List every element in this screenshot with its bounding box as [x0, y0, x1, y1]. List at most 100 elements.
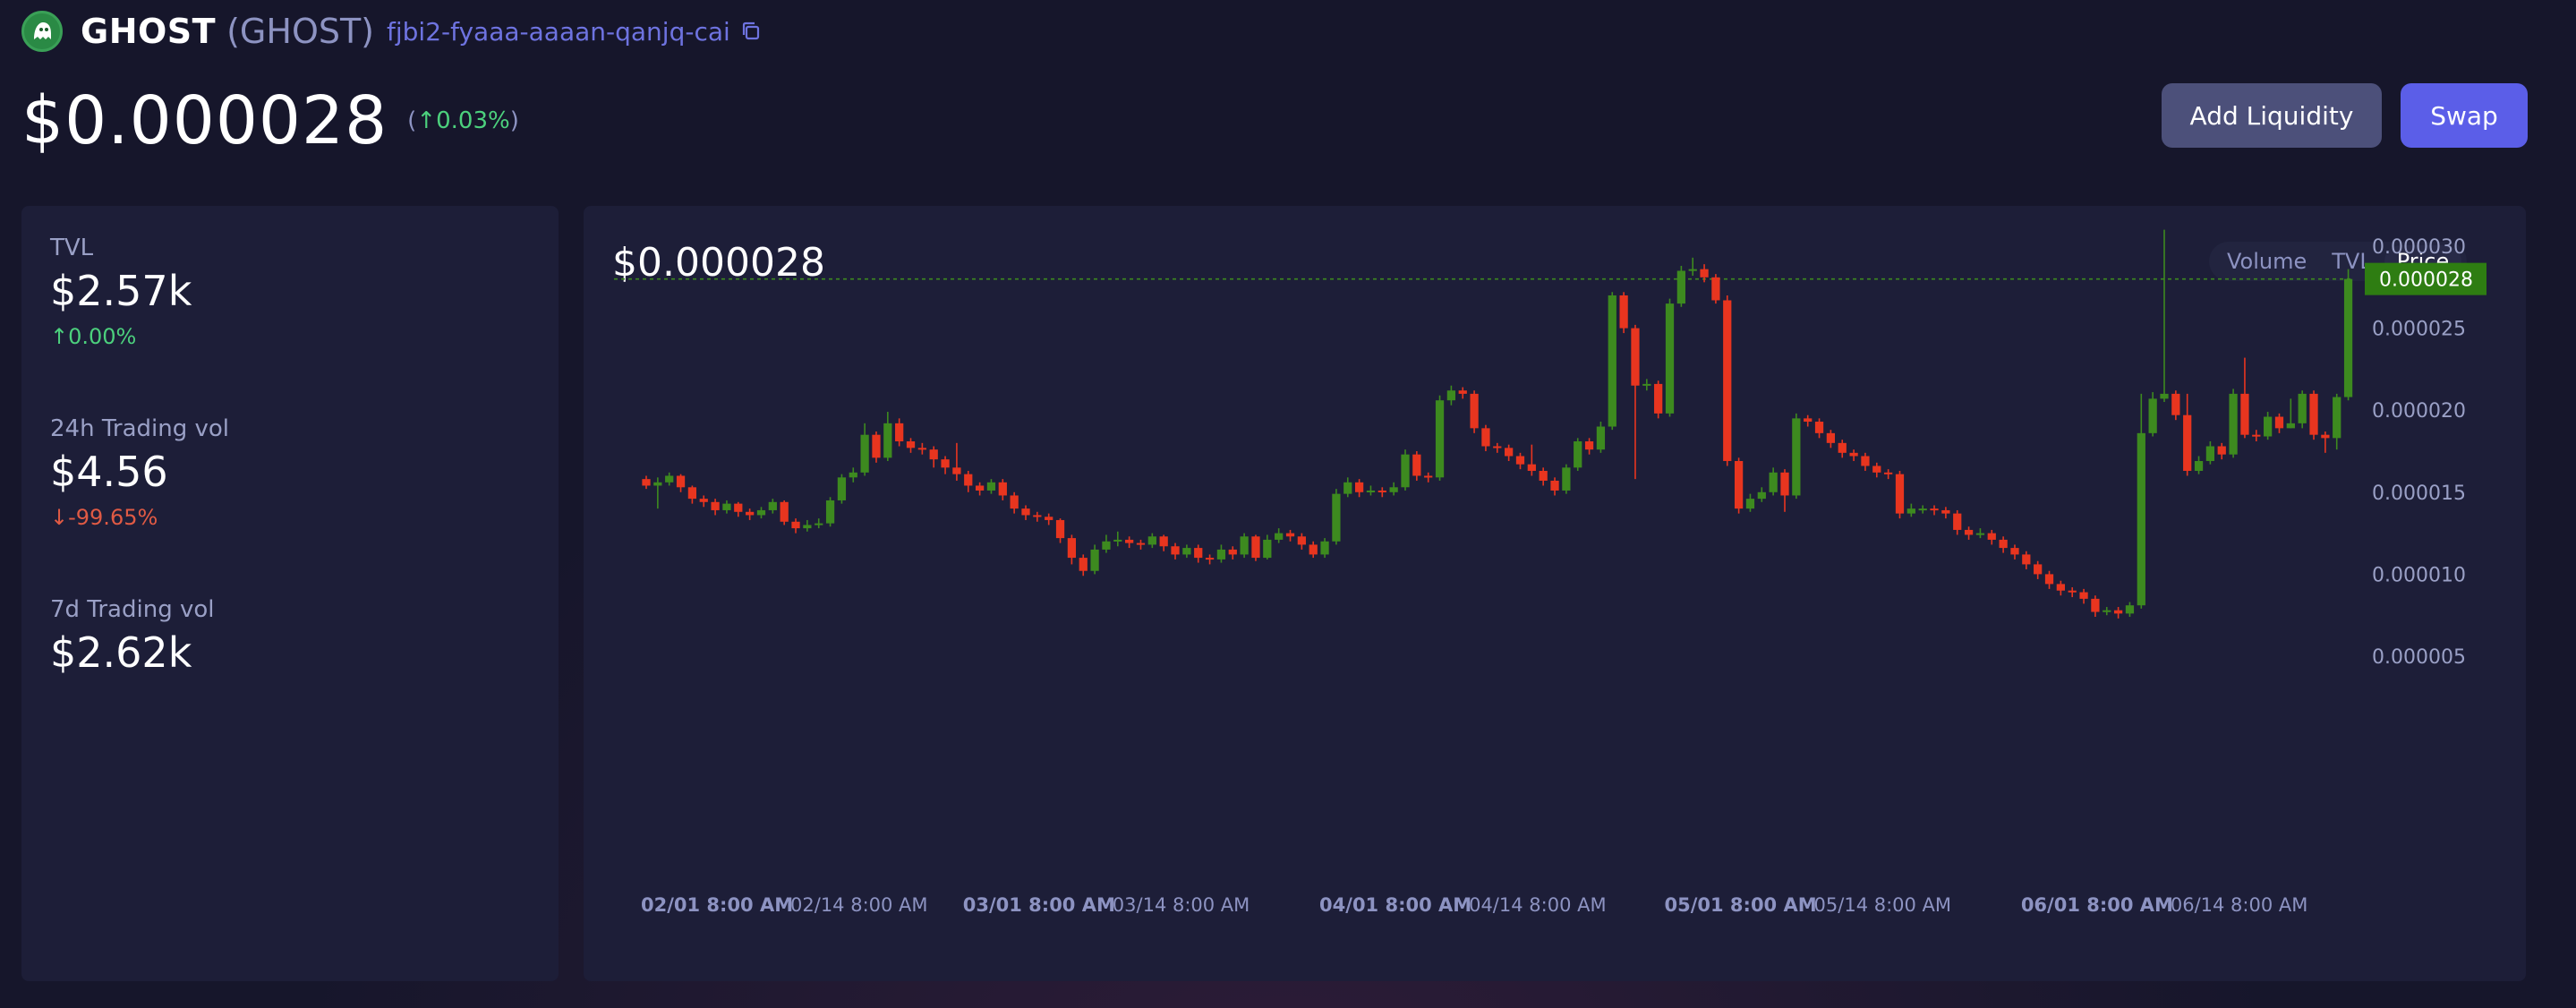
vol24h-label: 24h Trading vol: [50, 415, 230, 442]
candle-body: [1665, 303, 1675, 414]
candle-body: [1838, 442, 1847, 453]
candle-body: [2240, 393, 2249, 435]
x-tick-label: 03/14 8:00 AM: [1113, 894, 1250, 916]
candle-body: [2125, 605, 2135, 614]
candle-body: [2034, 564, 2043, 575]
vol24h-change-value: -99.65%: [68, 505, 158, 530]
candlestick-chart[interactable]: 0.000030 0.000025 0.000020 0.000015 0.000010…: [584, 206, 2526, 981]
candle-body: [872, 434, 881, 458]
candle-body: [1884, 472, 1893, 474]
candle-body: [1631, 328, 1640, 386]
y-tick-label: 0.000025: [2372, 319, 2466, 341]
candle-body: [1228, 549, 1237, 555]
candle-body: [2286, 423, 2295, 429]
candle-body: [1941, 509, 1950, 514]
candle-body: [1792, 418, 1801, 496]
candle-body: [860, 434, 869, 473]
candle-body: [1906, 508, 1915, 514]
candle-body: [1275, 533, 1284, 540]
candle-body: [1642, 383, 1651, 386]
candle-body: [1263, 539, 1272, 559]
token-header: GHOST (GHOST) fjbi2-fyaaa-aaaan-qanjq-ca…: [21, 11, 763, 52]
candle-body: [1033, 515, 1042, 517]
token-symbol: (GHOST): [226, 12, 375, 51]
vol7d-label: 7d Trading vol: [50, 596, 215, 623]
candle-body: [1366, 490, 1376, 492]
candle-body: [1493, 446, 1502, 448]
copy-icon[interactable]: [739, 20, 763, 43]
vol24h-stat: 24h Trading vol $4.56 ↓-99.65%: [50, 415, 229, 530]
candle-body: [1216, 549, 1226, 560]
candle-body: [746, 511, 755, 516]
candle-body: [1515, 456, 1525, 465]
candle-body: [2010, 548, 2019, 555]
candle-body: [1849, 452, 1858, 457]
candle-body: [1147, 536, 1156, 545]
candle-body: [1412, 454, 1421, 476]
candle-body: [2298, 393, 2307, 423]
candle-body: [653, 482, 662, 486]
x-tick-label: 06/01 8:00 AM: [2021, 894, 2173, 916]
y-tick-label: 0.000010: [2372, 564, 2466, 586]
candle-body: [1136, 542, 1146, 545]
swap-button[interactable]: Swap: [2401, 83, 2528, 148]
candle-body: [1688, 269, 1697, 271]
y-tick-label: 0.000030: [2372, 236, 2466, 259]
candle-body: [1539, 470, 1548, 481]
tvl-change-value: 0.00%: [68, 324, 137, 349]
tvl-stat: TVL $2.57k ↑0.00%: [50, 235, 192, 349]
candle-body: [1309, 544, 1318, 555]
candle-body: [1424, 475, 1433, 478]
candle-body: [665, 475, 674, 483]
add-liquidity-button[interactable]: Add Liquidity: [2162, 83, 2382, 148]
x-axis-labels: 02/01 8:00 AM02/14 8:00 AM 03/01 8:00 AM0…: [641, 894, 2518, 916]
candle-body: [1205, 558, 1215, 560]
candle-body: [2068, 590, 2077, 593]
candle-body: [734, 503, 743, 512]
ghost-logo-icon: [21, 11, 63, 52]
x-tick-label: 07/01 8:00 AM: [2366, 894, 2518, 916]
candle-body: [1378, 490, 1386, 492]
candle-body: [1757, 491, 1766, 500]
candle-body: [1194, 548, 1203, 559]
tvl-value: $2.57k: [50, 267, 192, 315]
candle-body: [1700, 269, 1709, 278]
candle-body: [2309, 393, 2318, 435]
candle-body: [1711, 277, 1720, 301]
candle-body: [2022, 554, 2031, 565]
candle-body: [1826, 432, 1836, 443]
candle-body: [2252, 434, 2261, 437]
candle-body: [1079, 558, 1088, 571]
candle-body: [929, 449, 938, 460]
x-tick-label: 04/14 8:00 AM: [1469, 894, 1607, 916]
candle-body: [2056, 584, 2065, 591]
candle-body: [1861, 456, 1870, 466]
candle-body: [1895, 474, 1905, 514]
candle-body: [2137, 432, 2145, 606]
vol7d-stat: 7d Trading vol $2.62k: [50, 596, 215, 677]
candle-body: [1562, 467, 1571, 491]
candle-body: [1608, 295, 1616, 427]
candle-body: [1734, 460, 1744, 509]
candle-body: [1574, 441, 1582, 468]
candle-body: [2183, 414, 2192, 471]
token-price: $0.000028: [21, 82, 388, 159]
canister-id-link[interactable]: fjbi2-fyaaa-aaaan-qanjq-cai: [387, 17, 730, 47]
candle-body: [676, 475, 686, 488]
candle-body: [2321, 434, 2330, 439]
stats-card: TVL $2.57k ↑0.00% 24h Trading vol $4.56 …: [21, 206, 559, 981]
candle-body: [791, 521, 800, 529]
candle-body: [849, 472, 857, 478]
candle-body: [687, 487, 697, 500]
candle-body: [975, 485, 985, 491]
candle-body: [883, 423, 892, 458]
candle-body: [1159, 536, 1168, 547]
candle-body: [1745, 499, 1755, 509]
candle-body: [1953, 513, 1962, 530]
candle-body: [1975, 533, 1985, 535]
x-tick-label: 05/01 8:00 AM: [1665, 894, 1817, 916]
candle-body: [825, 500, 835, 524]
x-tick-label: 02/01 8:00 AM: [641, 894, 793, 916]
vol7d-value: $2.62k: [50, 628, 192, 677]
candle-body: [895, 423, 904, 442]
